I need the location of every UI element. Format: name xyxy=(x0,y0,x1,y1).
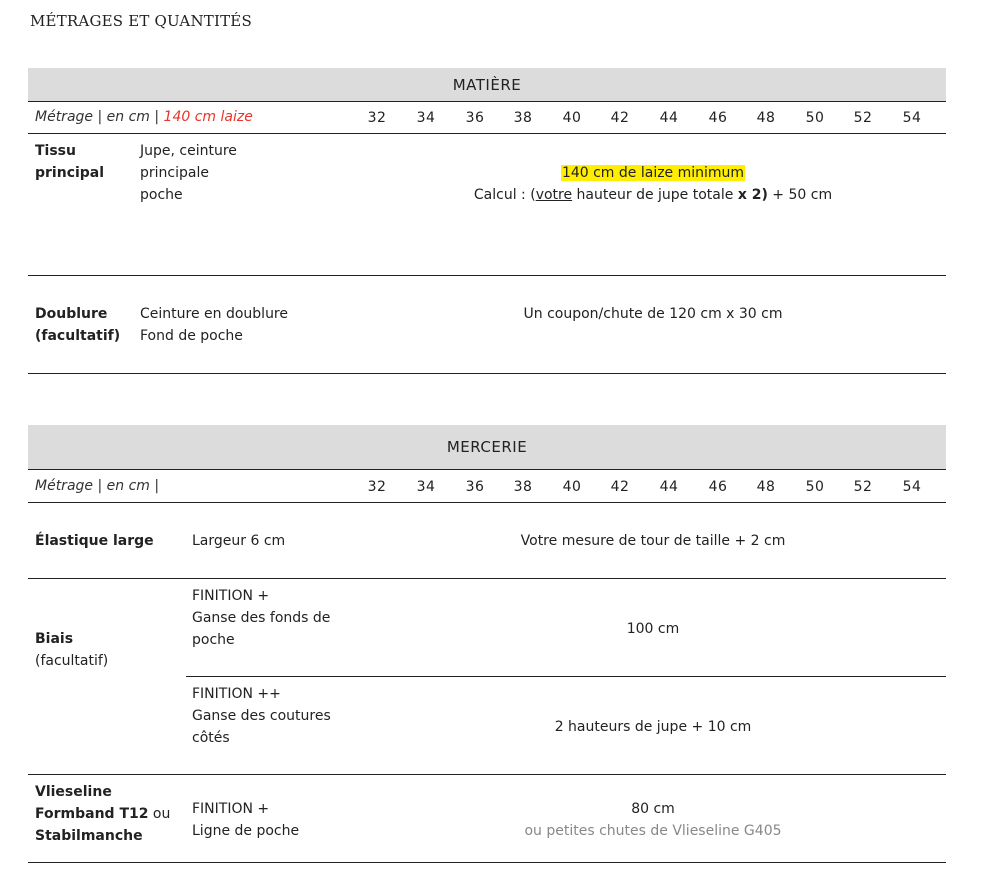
row-desc-elastique: Largeur 6 cm xyxy=(192,533,286,549)
row-desc-tissu-principal: Jupe, ceinture principale poche xyxy=(140,140,237,206)
name-line: Doublure xyxy=(35,306,108,322)
size-label: 34 xyxy=(416,110,436,126)
size-label: 46 xyxy=(708,479,728,495)
row-value-biais-1: 100 cm xyxy=(626,621,680,637)
calc-prefix: Calcul : ( xyxy=(473,187,536,203)
calcul-line: Calcul : (votre hauteur de jupe totale x… xyxy=(360,184,946,206)
row-desc-biais-1: FINITION + Ganse des fonds de poche xyxy=(192,585,330,651)
size-label: 48 xyxy=(756,479,776,495)
divider xyxy=(28,502,946,503)
row-name-elastique: Élastique large xyxy=(35,533,154,549)
row-value-doublure: Un coupon/chute de 120 cm x 30 cm xyxy=(523,306,783,322)
divider xyxy=(28,373,946,374)
name-line: principal xyxy=(35,165,105,181)
divider xyxy=(28,774,946,775)
size-label: 34 xyxy=(416,479,436,495)
calc-underline: votre xyxy=(535,187,573,203)
section-band-mercerie: MERCERIE xyxy=(28,425,946,469)
size-label: 50 xyxy=(805,479,825,495)
calc-bold: x 2) xyxy=(737,187,768,203)
size-label: 38 xyxy=(513,479,533,495)
name-sub: (facultatif) xyxy=(35,653,109,669)
divider xyxy=(28,101,946,102)
row-desc-doublure: Ceinture en doublure Fond de poche xyxy=(140,303,288,347)
calc-mid: hauteur de jupe totale xyxy=(572,187,738,203)
row-desc-vlieseline: FINITION + Ligne de poche xyxy=(192,798,299,842)
desc-line: principale xyxy=(140,165,209,181)
size-label: 44 xyxy=(659,110,679,126)
calc-suffix: + 50 cm xyxy=(767,187,833,203)
row-name-biais: Biais (facultatif) xyxy=(35,628,108,672)
desc-line: FINITION + xyxy=(192,588,270,604)
size-label: 40 xyxy=(562,110,582,126)
divider xyxy=(28,862,946,863)
name-line: Biais xyxy=(35,631,74,647)
name-line: Vlieseline xyxy=(35,784,112,800)
section-title-matiere: MATIÈRE xyxy=(452,75,522,94)
name-line: Stabilmanche xyxy=(35,828,143,844)
size-label: 42 xyxy=(610,110,630,126)
desc-line: Ligne de poche xyxy=(192,823,300,839)
row-value-biais-2: 2 hauteurs de jupe + 10 cm xyxy=(554,719,752,735)
desc-line: côtés xyxy=(192,730,230,746)
size-label: 44 xyxy=(659,479,679,495)
divider xyxy=(28,275,946,276)
name-line: Formband T12 xyxy=(35,806,149,822)
size-label: 50 xyxy=(805,110,825,126)
size-label: 40 xyxy=(562,479,582,495)
desc-line: FINITION ++ xyxy=(192,686,281,702)
desc-line: Ganse des coutures xyxy=(192,708,331,724)
size-label: 32 xyxy=(367,110,387,126)
row-value-tissu-principal: 140 cm de laize minimum Calcul : (votre … xyxy=(360,162,946,206)
section-band-matiere: MATIÈRE xyxy=(28,68,946,101)
size-label: 54 xyxy=(902,479,922,495)
row-value-elastique: Votre mesure de tour de taille + 2 cm xyxy=(520,533,786,549)
desc-line: Ganse des fonds de xyxy=(192,610,331,626)
size-label: 52 xyxy=(853,479,873,495)
name-line: (facultatif) xyxy=(35,328,121,344)
value-sub: ou petites chutes de Vlieseline G405 xyxy=(524,823,782,839)
matiere-header-label: Métrage | en cm | 140 cm laize xyxy=(35,109,253,125)
laize-label: 140 cm laize xyxy=(163,109,253,125)
row-name-tissu-principal: Tissu principal xyxy=(35,140,104,184)
size-label: 32 xyxy=(367,479,387,495)
mercerie-header-label: Métrage | en cm | xyxy=(35,478,160,494)
desc-line: Fond de poche xyxy=(140,328,243,344)
row-name-doublure: Doublure (facultatif) xyxy=(35,303,120,347)
divider xyxy=(28,469,946,470)
row-desc-biais-2: FINITION ++ Ganse des coutures côtés xyxy=(192,683,331,749)
size-label: 46 xyxy=(708,110,728,126)
metrage-label: Métrage | en cm | xyxy=(35,109,160,125)
size-label: 42 xyxy=(610,479,630,495)
size-label: 48 xyxy=(756,110,776,126)
desc-line: Jupe, ceinture xyxy=(140,143,237,159)
size-label: 36 xyxy=(465,479,485,495)
size-label: 36 xyxy=(465,110,485,126)
divider xyxy=(186,676,946,677)
desc-line: poche xyxy=(140,187,183,203)
section-title-mercerie: MERCERIE xyxy=(446,438,528,456)
divider xyxy=(28,578,946,579)
highlight-laize-minimum: 140 cm de laize minimum xyxy=(560,165,746,181)
page-title: MÉTRAGES ET QUANTITÉS xyxy=(30,12,252,30)
value-main: 80 cm xyxy=(631,801,675,817)
desc-line: FINITION + xyxy=(192,801,270,817)
size-label: 52 xyxy=(853,110,873,126)
desc-line: poche xyxy=(192,632,235,648)
desc-line: Ceinture en doublure xyxy=(140,306,288,322)
divider xyxy=(28,133,946,134)
row-value-vlieseline: 80 cm ou petites chutes de Vlieseline G4… xyxy=(360,798,946,842)
name-line: Tissu xyxy=(35,143,76,159)
size-label: 38 xyxy=(513,110,533,126)
size-label: 54 xyxy=(902,110,922,126)
name-ou: ou xyxy=(148,806,171,822)
row-name-vlieseline: Vlieseline Formband T12 ou Stabilmanche xyxy=(35,781,170,847)
